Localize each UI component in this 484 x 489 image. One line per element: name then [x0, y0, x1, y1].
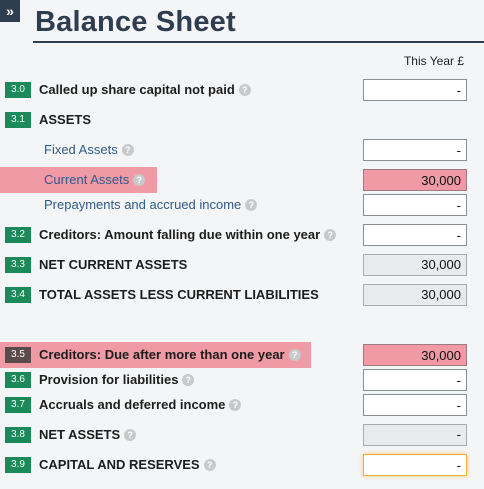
row-accruals-deferred-income: 3.7 Accruals and deferred income?: [0, 392, 484, 418]
help-icon[interactable]: ?: [124, 429, 137, 441]
row-label: Creditors: Amount falling due within one…: [39, 227, 337, 243]
section-badge: 3.5: [5, 347, 31, 363]
section-badge: 3.3: [5, 257, 31, 273]
section-badge: 3.4: [5, 287, 31, 303]
total-assets-less-current-liabilities-value: 30,000: [363, 284, 467, 306]
creditors-after-one-year-input[interactable]: [363, 344, 467, 366]
row-net-assets: 3.8 NET ASSETS? -: [0, 422, 484, 448]
row-label: NET ASSETS?: [39, 427, 137, 443]
help-icon[interactable]: ?: [245, 199, 258, 211]
provision-for-liabilities-input[interactable]: [363, 369, 467, 391]
row-label: Current Assets?: [44, 172, 146, 188]
help-icon[interactable]: ?: [288, 349, 301, 361]
row-current-assets: Current Assets?: [0, 167, 484, 193]
help-icon[interactable]: ?: [229, 399, 242, 411]
current-assets-input[interactable]: [363, 169, 467, 191]
page-title: Balance Sheet: [35, 6, 236, 38]
row-creditors-after-one-year: 3.5 Creditors: Due after more than one y…: [0, 342, 484, 368]
help-icon[interactable]: ?: [238, 84, 251, 96]
row-label: NET CURRENT ASSETS: [39, 257, 188, 272]
expand-sidebar-button[interactable]: »: [0, 0, 20, 22]
called-up-share-capital-input[interactable]: [363, 79, 467, 101]
row-label: TOTAL ASSETS LESS CURRENT LIABILITIES: [39, 287, 319, 302]
row-capital-and-reserves: 3.9 CAPITAL AND RESERVES?: [0, 452, 484, 478]
section-badge: 3.6: [5, 372, 31, 388]
row-provision-for-liabilities: 3.6 Provision for liabilities?: [0, 367, 484, 393]
section-badge: 3.8: [5, 427, 31, 443]
title-divider: [33, 41, 484, 43]
row-label: CAPITAL AND RESERVES?: [39, 457, 216, 473]
row-label: Provision for liabilities?: [39, 372, 195, 388]
row-assets: 3.1 ASSETS: [0, 107, 484, 133]
capital-and-reserves-input[interactable]: [363, 454, 467, 476]
row-label: Accruals and deferred income?: [39, 397, 242, 413]
row-label: Creditors: Due after more than one year?: [39, 347, 301, 363]
fixed-assets-input[interactable]: [363, 139, 467, 161]
row-creditors-within-one-year: 3.2 Creditors: Amount falling due within…: [0, 222, 484, 248]
help-icon[interactable]: ?: [203, 459, 216, 471]
section-badge: 3.0: [5, 82, 31, 98]
help-icon[interactable]: ?: [182, 374, 195, 386]
row-label: ASSETS: [39, 112, 92, 127]
row-label: Prepayments and accrued income?: [44, 197, 258, 213]
help-icon[interactable]: ?: [324, 229, 337, 241]
row-fixed-assets: Fixed Assets?: [0, 137, 484, 163]
help-icon[interactable]: ?: [121, 144, 134, 156]
row-label: Called up share capital not paid?: [39, 82, 251, 98]
section-badge: 3.7: [5, 397, 31, 413]
row-called-up-share-capital: 3.0 Called up share capital not paid?: [0, 77, 484, 103]
prepayments-input[interactable]: [363, 194, 467, 216]
row-total-assets-less-current-liabilities: 3.4 TOTAL ASSETS LESS CURRENT LIABILITIE…: [0, 282, 484, 308]
row-label: Fixed Assets?: [44, 142, 134, 158]
column-header-this-year: This Year £: [403, 54, 464, 68]
creditors-within-one-year-input[interactable]: [363, 224, 467, 246]
row-net-current-assets: 3.3 NET CURRENT ASSETS 30,000: [0, 252, 484, 278]
row-prepayments: Prepayments and accrued income?: [0, 192, 484, 218]
net-current-assets-value: 30,000: [363, 254, 467, 276]
section-badge: 3.9: [5, 457, 31, 473]
help-icon[interactable]: ?: [133, 174, 146, 186]
net-assets-value: -: [363, 424, 467, 446]
section-badge: 3.1: [5, 112, 31, 128]
accruals-deferred-income-input[interactable]: [363, 394, 467, 416]
section-badge: 3.2: [5, 227, 31, 243]
